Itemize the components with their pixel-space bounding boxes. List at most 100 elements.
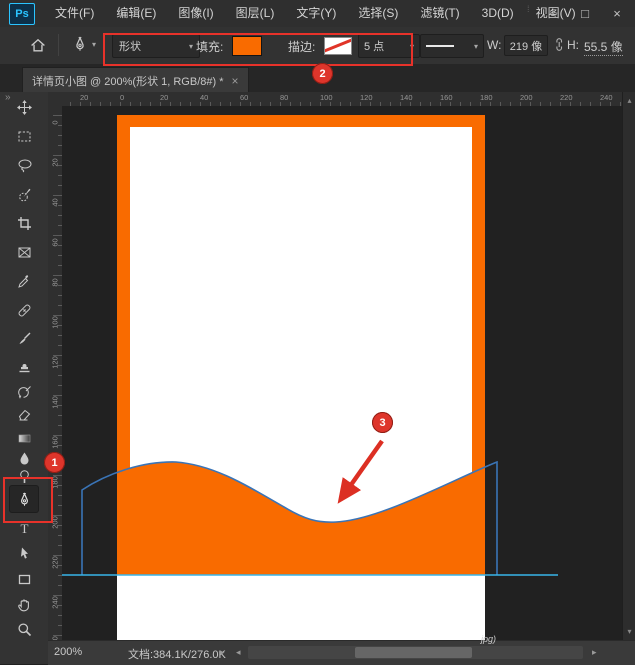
close-button[interactable]: × [601, 0, 633, 27]
options-divider [58, 34, 59, 56]
stamp-tool-icon [17, 359, 32, 374]
zoom-level[interactable]: 200% [54, 646, 82, 658]
pen-tool-icon [17, 492, 32, 507]
horizontal-scrollbar-thumb[interactable] [355, 647, 472, 658]
path-select-tool-icon [17, 546, 32, 561]
frame-tool[interactable] [10, 239, 38, 265]
history-brush-tool-icon [17, 385, 32, 400]
ruler-label-h: 20 [80, 93, 88, 102]
ruler-label-v: 40 [51, 194, 60, 212]
ruler-label-h: 100 [320, 93, 333, 102]
photoshop-logo: Ps [9, 3, 35, 25]
eyedropper-tool[interactable] [10, 268, 38, 294]
healing-tool[interactable] [10, 297, 38, 323]
height-label: H: [567, 38, 579, 52]
stroke-width-select[interactable]: 5 点 ▾ [358, 34, 420, 58]
frame-tool-icon [17, 245, 32, 260]
ruler-label-h: 120 [360, 93, 373, 102]
gradient-tool-icon [17, 431, 32, 446]
hand-tool[interactable] [10, 591, 38, 617]
canvas-area[interactable] [62, 106, 622, 640]
type-tool[interactable]: T [10, 515, 38, 541]
solid-line-icon [426, 45, 454, 47]
stroke-color-swatch[interactable] [324, 37, 352, 55]
menu-item-3[interactable]: 图层(L) [225, 0, 286, 27]
pen-tool-preset-icon[interactable] [72, 36, 88, 57]
vertical-scrollbar[interactable]: ▴ ▾ [622, 92, 635, 640]
scroll-left-icon[interactable]: ◂ [236, 647, 241, 658]
tool-mode-value: 形状 [119, 38, 141, 54]
hand-tool-icon [17, 597, 32, 612]
shape-frame-top [117, 115, 485, 127]
stamp-tool[interactable] [10, 353, 38, 379]
height-value[interactable]: 55.5 像 [584, 38, 623, 56]
ruler-label-h: 40 [200, 93, 208, 102]
zoom-tool-icon [17, 622, 32, 637]
path-select-tool[interactable] [10, 540, 38, 566]
maximize-button[interactable]: □ [569, 0, 601, 27]
ruler-label-h: 220 [560, 93, 573, 102]
ruler-label-v: 100 [51, 314, 60, 332]
svg-text:T: T [20, 521, 28, 536]
horizontal-ruler: 20020406080100120140160180200220240 [62, 92, 622, 107]
menu-item-2[interactable]: 图像(I) [167, 0, 224, 27]
ruler-label-v: 60 [51, 234, 60, 252]
status-bar: 200% 文档:384.1K/276.0K ▸ ◂ ▸ [48, 640, 635, 665]
horizontal-scrollbar-track[interactable] [248, 646, 583, 659]
ruler-label-h: 160 [440, 93, 453, 102]
ruler-label-h: 140 [400, 93, 413, 102]
move-tool[interactable] [10, 94, 38, 120]
annotation-badge-1: 1 [44, 452, 65, 473]
ruler-label-v: 200 [51, 514, 60, 532]
chevron-down-icon: ▾ [189, 42, 193, 51]
menu-item-4[interactable]: 文字(Y) [285, 0, 347, 27]
menu-item-5[interactable]: 选择(S) [347, 0, 409, 27]
eraser-tool[interactable] [10, 401, 38, 427]
ruler-label-h: 180 [480, 93, 493, 102]
marquee-tool-icon [17, 129, 32, 144]
menu-item-0[interactable]: 文件(F) [44, 0, 105, 27]
fill-color-swatch[interactable] [232, 36, 262, 56]
annotation-badge-3: 3 [372, 412, 393, 433]
pen-tool[interactable] [10, 486, 38, 512]
marquee-tool[interactable] [10, 123, 38, 149]
menu-item-6[interactable]: 滤镜(T) [409, 0, 470, 27]
document-tab[interactable]: 详情页小图 @ 200%(形状 1, RGB/8#) * × [22, 67, 249, 93]
chevron-down-icon: ▾ [410, 42, 414, 51]
ruler-corner [48, 92, 63, 107]
quick-select-tool[interactable] [10, 181, 38, 207]
width-field[interactable]: 219 像 [504, 35, 548, 56]
link-dimensions-icon[interactable] [551, 37, 565, 58]
menu-item-1[interactable]: 编辑(E) [105, 0, 167, 27]
ruler-label-v: 120 [51, 354, 60, 372]
menu-item-7[interactable]: 3D(D) [471, 0, 525, 27]
ruler-label-v: 160 [51, 434, 60, 452]
zoom-tool[interactable] [10, 616, 38, 642]
status-corner [0, 640, 48, 664]
stroke-label: 描边: [288, 38, 315, 55]
status-menu-arrow-icon[interactable]: ▸ [220, 647, 225, 658]
crop-tool-icon [17, 216, 32, 231]
crop-tool[interactable] [10, 210, 38, 236]
preset-chevron-icon[interactable]: ▾ [92, 40, 96, 49]
fill-label: 填充: [196, 38, 223, 55]
ruler-label-h: 60 [240, 93, 248, 102]
width-value: 219 像 [510, 38, 542, 54]
tool-mode-select[interactable]: 形状 ▾ [112, 34, 200, 58]
document-tab-title: 详情页小图 @ 200%(形状 1, RGB/8#) * [32, 73, 224, 89]
scroll-right-icon[interactable]: ▸ [592, 647, 597, 658]
scroll-down-icon[interactable]: ▾ [623, 627, 635, 636]
home-icon[interactable] [30, 37, 46, 58]
ruler-label-h: 20 [160, 93, 168, 102]
tab-close-icon[interactable]: × [232, 74, 239, 88]
brush-tool[interactable] [10, 325, 38, 351]
width-label: W: [487, 38, 501, 52]
lasso-tool[interactable] [10, 152, 38, 178]
menu-bar: Ps 文件(F)编辑(E)图像(I)图层(L)文字(Y)选择(S)滤镜(T)3D… [0, 0, 635, 28]
stroke-style-select[interactable]: ▾ [420, 34, 484, 58]
eraser-tool-icon [17, 407, 32, 422]
scroll-up-icon[interactable]: ▴ [623, 96, 635, 105]
ruler-label-h: 240 [600, 93, 613, 102]
minimize-button[interactable]: – [537, 0, 569, 27]
rect-shape-tool[interactable] [10, 566, 38, 592]
